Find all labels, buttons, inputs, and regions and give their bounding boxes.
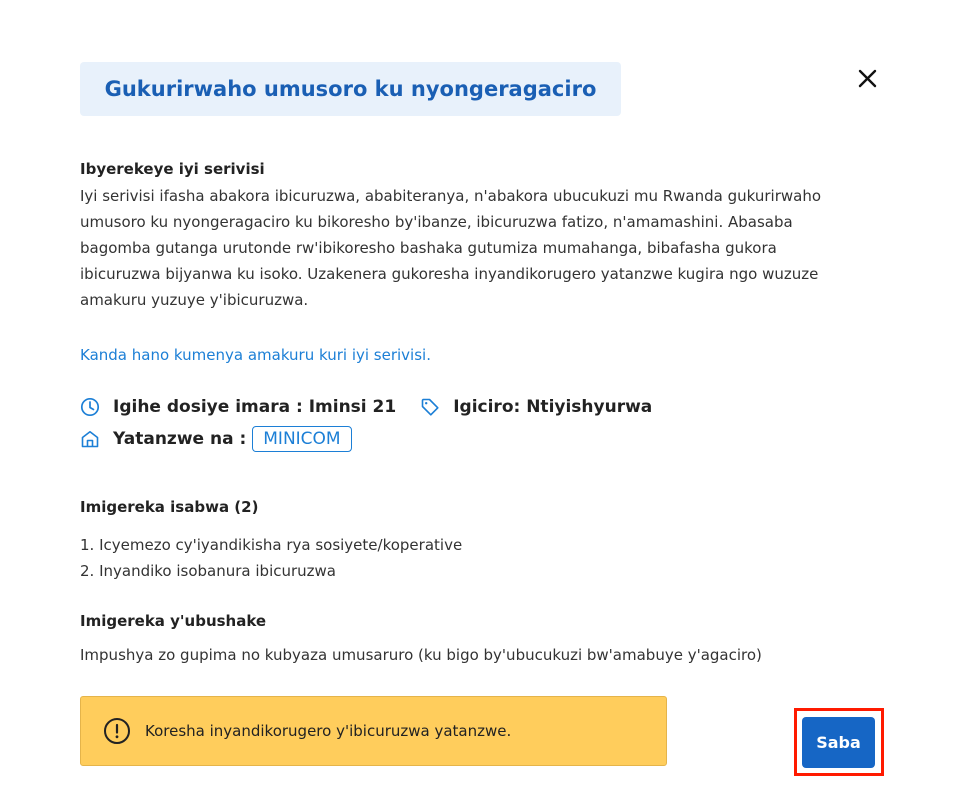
optional-docs-text: Impushya zo gupima no kubyaza umusaruro … <box>80 646 762 664</box>
exclamation-circle-icon <box>104 718 130 744</box>
apply-button[interactable]: Saba <box>802 717 875 768</box>
modal-title: Gukurirwaho umusoro ku nyongeragaciro <box>104 77 597 101</box>
meta-row-provider: Yatanzwe na : MINICOM <box>80 426 352 452</box>
provider-badge: MINICOM <box>252 426 352 452</box>
provider-label: Yatanzwe na : <box>113 429 247 449</box>
list-item: 2. Inyandiko isobanura ibicuruzwa <box>80 562 337 580</box>
template-alert: Koresha inyandikorugero y'ibicuruzwa yat… <box>80 696 667 766</box>
meta-row-time-price: Igihe dosiye imara : Iminsi 21 Igiciro: … <box>80 397 652 417</box>
more-info-link[interactable]: Kanda hano kumenya amakuru kuri iyi seri… <box>80 346 431 364</box>
clock-icon <box>80 397 100 417</box>
price: Igiciro: Ntiyishyurwa <box>453 397 653 417</box>
tag-icon <box>421 398 439 416</box>
service-modal: Gukurirwaho umusoro ku nyongeragaciro Ib… <box>0 0 957 792</box>
alert-text: Koresha inyandikorugero y'ibicuruzwa yat… <box>145 722 512 740</box>
optional-docs-heading: Imigereka y'ubushake <box>80 612 267 630</box>
required-docs-heading: Imigereka isabwa (2) <box>80 498 259 516</box>
about-description: Iyi serivisi ifasha abakora ibicuruzwa, … <box>80 187 822 309</box>
about-heading: Ibyerekeye iyi serivisi <box>80 160 265 178</box>
close-button[interactable] <box>852 64 882 94</box>
building-icon <box>81 431 99 448</box>
close-icon <box>858 69 877 88</box>
modal-title-box: Gukurirwaho umusoro ku nyongeragaciro <box>80 62 621 116</box>
processing-time: Igihe dosiye imara : Iminsi 21 <box>113 397 397 417</box>
required-docs-list: 1. Icyemezo cy'iyandikisha rya sosiyete/… <box>80 532 462 584</box>
list-item: 1. Icyemezo cy'iyandikisha rya sosiyete/… <box>80 536 463 554</box>
